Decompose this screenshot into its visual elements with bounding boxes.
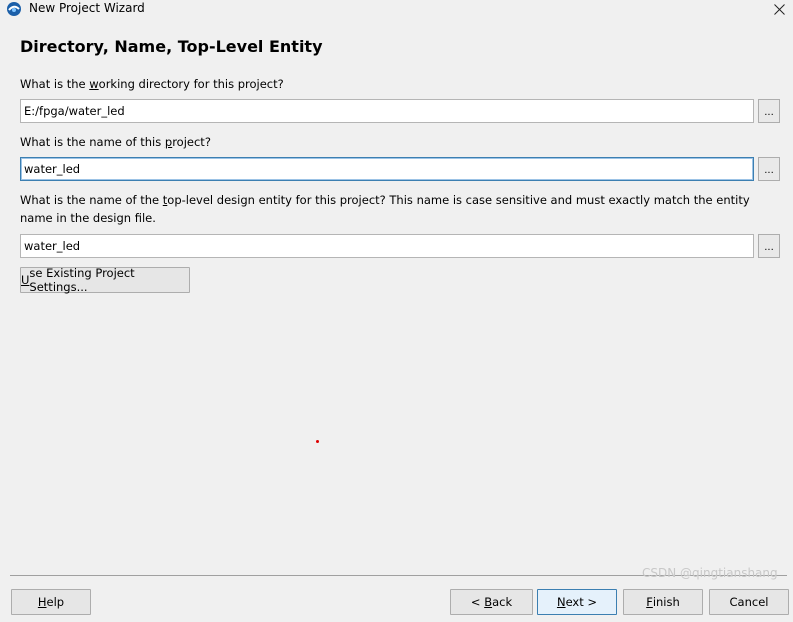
quartus-app-icon: [6, 1, 22, 17]
project-name-input[interactable]: [20, 157, 754, 181]
title-bar: New Project Wizard: [0, 0, 793, 18]
top-level-entity-browse-button[interactable]: ...: [758, 234, 780, 258]
cursor-dot: [316, 440, 319, 443]
top-level-entity-label: What is the name of the top-level design…: [20, 193, 750, 225]
help-button[interactable]: Help: [11, 589, 91, 615]
close-icon: [773, 3, 785, 15]
working-directory-input[interactable]: [20, 99, 754, 123]
back-button[interactable]: < Back: [450, 589, 533, 615]
page-heading: Directory, Name, Top-Level Entity: [20, 37, 323, 56]
project-name-label: What is the name of this project?: [20, 135, 211, 149]
working-directory-browse-button[interactable]: ...: [758, 99, 780, 123]
working-directory-label: What is the working directory for this p…: [20, 77, 284, 91]
next-button[interactable]: Next >: [537, 589, 617, 615]
window-title: New Project Wizard: [29, 1, 145, 15]
close-button[interactable]: [765, 0, 793, 18]
cancel-button[interactable]: Cancel: [709, 589, 789, 615]
finish-button[interactable]: Finish: [623, 589, 703, 615]
use-existing-settings-button[interactable]: Use Existing Project Settings...: [20, 266, 190, 294]
project-name-browse-button[interactable]: ...: [758, 157, 780, 181]
watermark: CSDN @qingtianshang: [642, 566, 778, 580]
top-level-entity-input[interactable]: [20, 234, 754, 258]
